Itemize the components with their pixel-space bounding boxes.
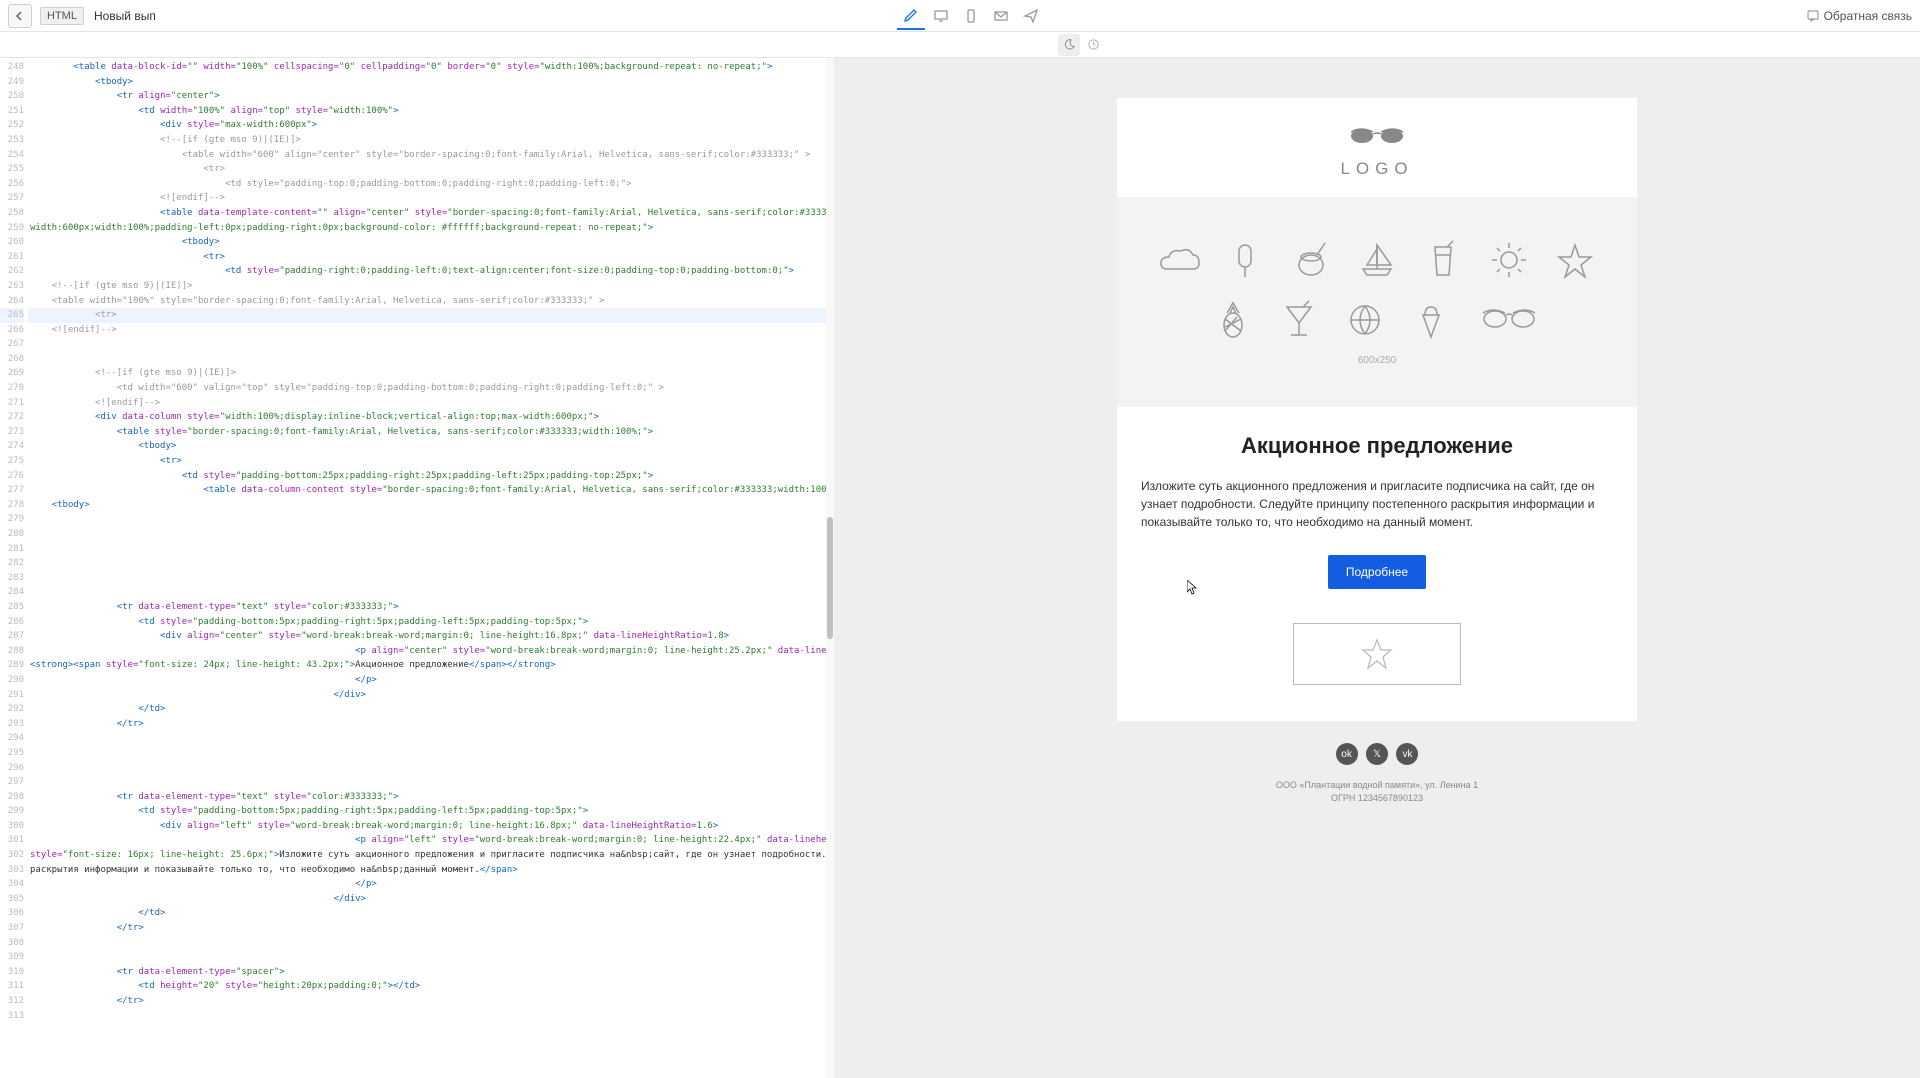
edit-mode-button[interactable] xyxy=(897,2,925,30)
desktop-view-button[interactable] xyxy=(927,2,955,30)
chat-icon xyxy=(1806,9,1820,23)
feedback-link[interactable]: Обратная связь xyxy=(1806,9,1912,23)
subbar xyxy=(0,32,1920,58)
hero-block: <> 600x250 xyxy=(1117,197,1637,407)
starfish-icon xyxy=(1551,239,1599,281)
placeholder-image xyxy=(1293,623,1461,685)
footer-text: ООО «Плантации водной памяти», ул. Ленин… xyxy=(1117,773,1637,844)
cta-button[interactable]: Подробнее xyxy=(1328,555,1426,589)
code-content[interactable]: <table data-block-id="" width="100%" cel… xyxy=(28,58,834,1078)
send-button[interactable] xyxy=(1017,2,1045,30)
coconut-icon xyxy=(1287,239,1335,281)
arrow-left-icon xyxy=(14,10,26,22)
sailboat-icon xyxy=(1353,239,1401,281)
code-editor[interactable]: 2482492502512522532542552562572582592602… xyxy=(0,58,834,1078)
html-badge: HTML xyxy=(40,7,84,25)
sunglasses-icon xyxy=(1347,124,1407,146)
sun-icon xyxy=(1485,239,1533,281)
logo-block: LOGO xyxy=(1117,98,1637,197)
scrollbar-thumb[interactable] xyxy=(827,517,833,639)
body-text: Изложите суть акционного предложения и п… xyxy=(1141,477,1613,531)
social-vk[interactable]: vk xyxy=(1396,743,1418,765)
drink-icon xyxy=(1419,239,1467,281)
pencil-icon xyxy=(903,7,919,23)
heading: Акционное предложение xyxy=(1141,433,1613,459)
history-button[interactable] xyxy=(1082,34,1104,56)
hero-icons: <> xyxy=(1147,239,1607,341)
topbar: HTML Новый вып Обратная связь xyxy=(0,0,1920,32)
theme-button[interactable] xyxy=(1058,34,1080,56)
desktop-icon xyxy=(933,8,949,24)
star-icon xyxy=(1359,636,1395,672)
social-x[interactable]: 𝕏 xyxy=(1366,743,1388,765)
mobile-view-button[interactable] xyxy=(957,2,985,30)
preview-pane: LOGO <> xyxy=(834,58,1920,1078)
view-toolbar xyxy=(897,2,1045,30)
cocktail-icon xyxy=(1275,299,1323,341)
send-icon xyxy=(1023,8,1039,24)
icecream-icon xyxy=(1407,299,1455,341)
popsicle-icon xyxy=(1221,239,1269,281)
email-preview: LOGO <> xyxy=(1117,98,1637,844)
clock-icon xyxy=(1087,38,1100,51)
scrollbar[interactable] xyxy=(826,58,834,1078)
beachball-icon xyxy=(1341,299,1389,341)
mobile-icon xyxy=(963,8,979,24)
back-button[interactable] xyxy=(8,4,32,28)
content-block: Акционное предложение Изложите суть акци… xyxy=(1117,407,1637,721)
moon-icon xyxy=(1063,38,1076,51)
cloud-icon: <> xyxy=(1155,239,1203,281)
document-title: Новый вып xyxy=(94,9,156,23)
line-gutter: 2482492502512522532542552562572582592602… xyxy=(0,58,28,1078)
feedback-label: Обратная связь xyxy=(1824,9,1912,23)
footer-line2: ОГРН 1234567890123 xyxy=(1117,792,1637,805)
hero-dimensions: 600x250 xyxy=(1358,355,1396,366)
social-block: ok 𝕏 vk xyxy=(1117,721,1637,773)
logo-text: LOGO xyxy=(1117,159,1637,179)
social-ok[interactable]: ok xyxy=(1336,743,1358,765)
mail-icon xyxy=(993,8,1009,24)
sunglasses2-icon xyxy=(1473,299,1545,341)
mail-button[interactable] xyxy=(987,2,1015,30)
pineapple-icon xyxy=(1209,299,1257,341)
footer-line1: ООО «Плантации водной памяти», ул. Ленин… xyxy=(1117,779,1637,792)
